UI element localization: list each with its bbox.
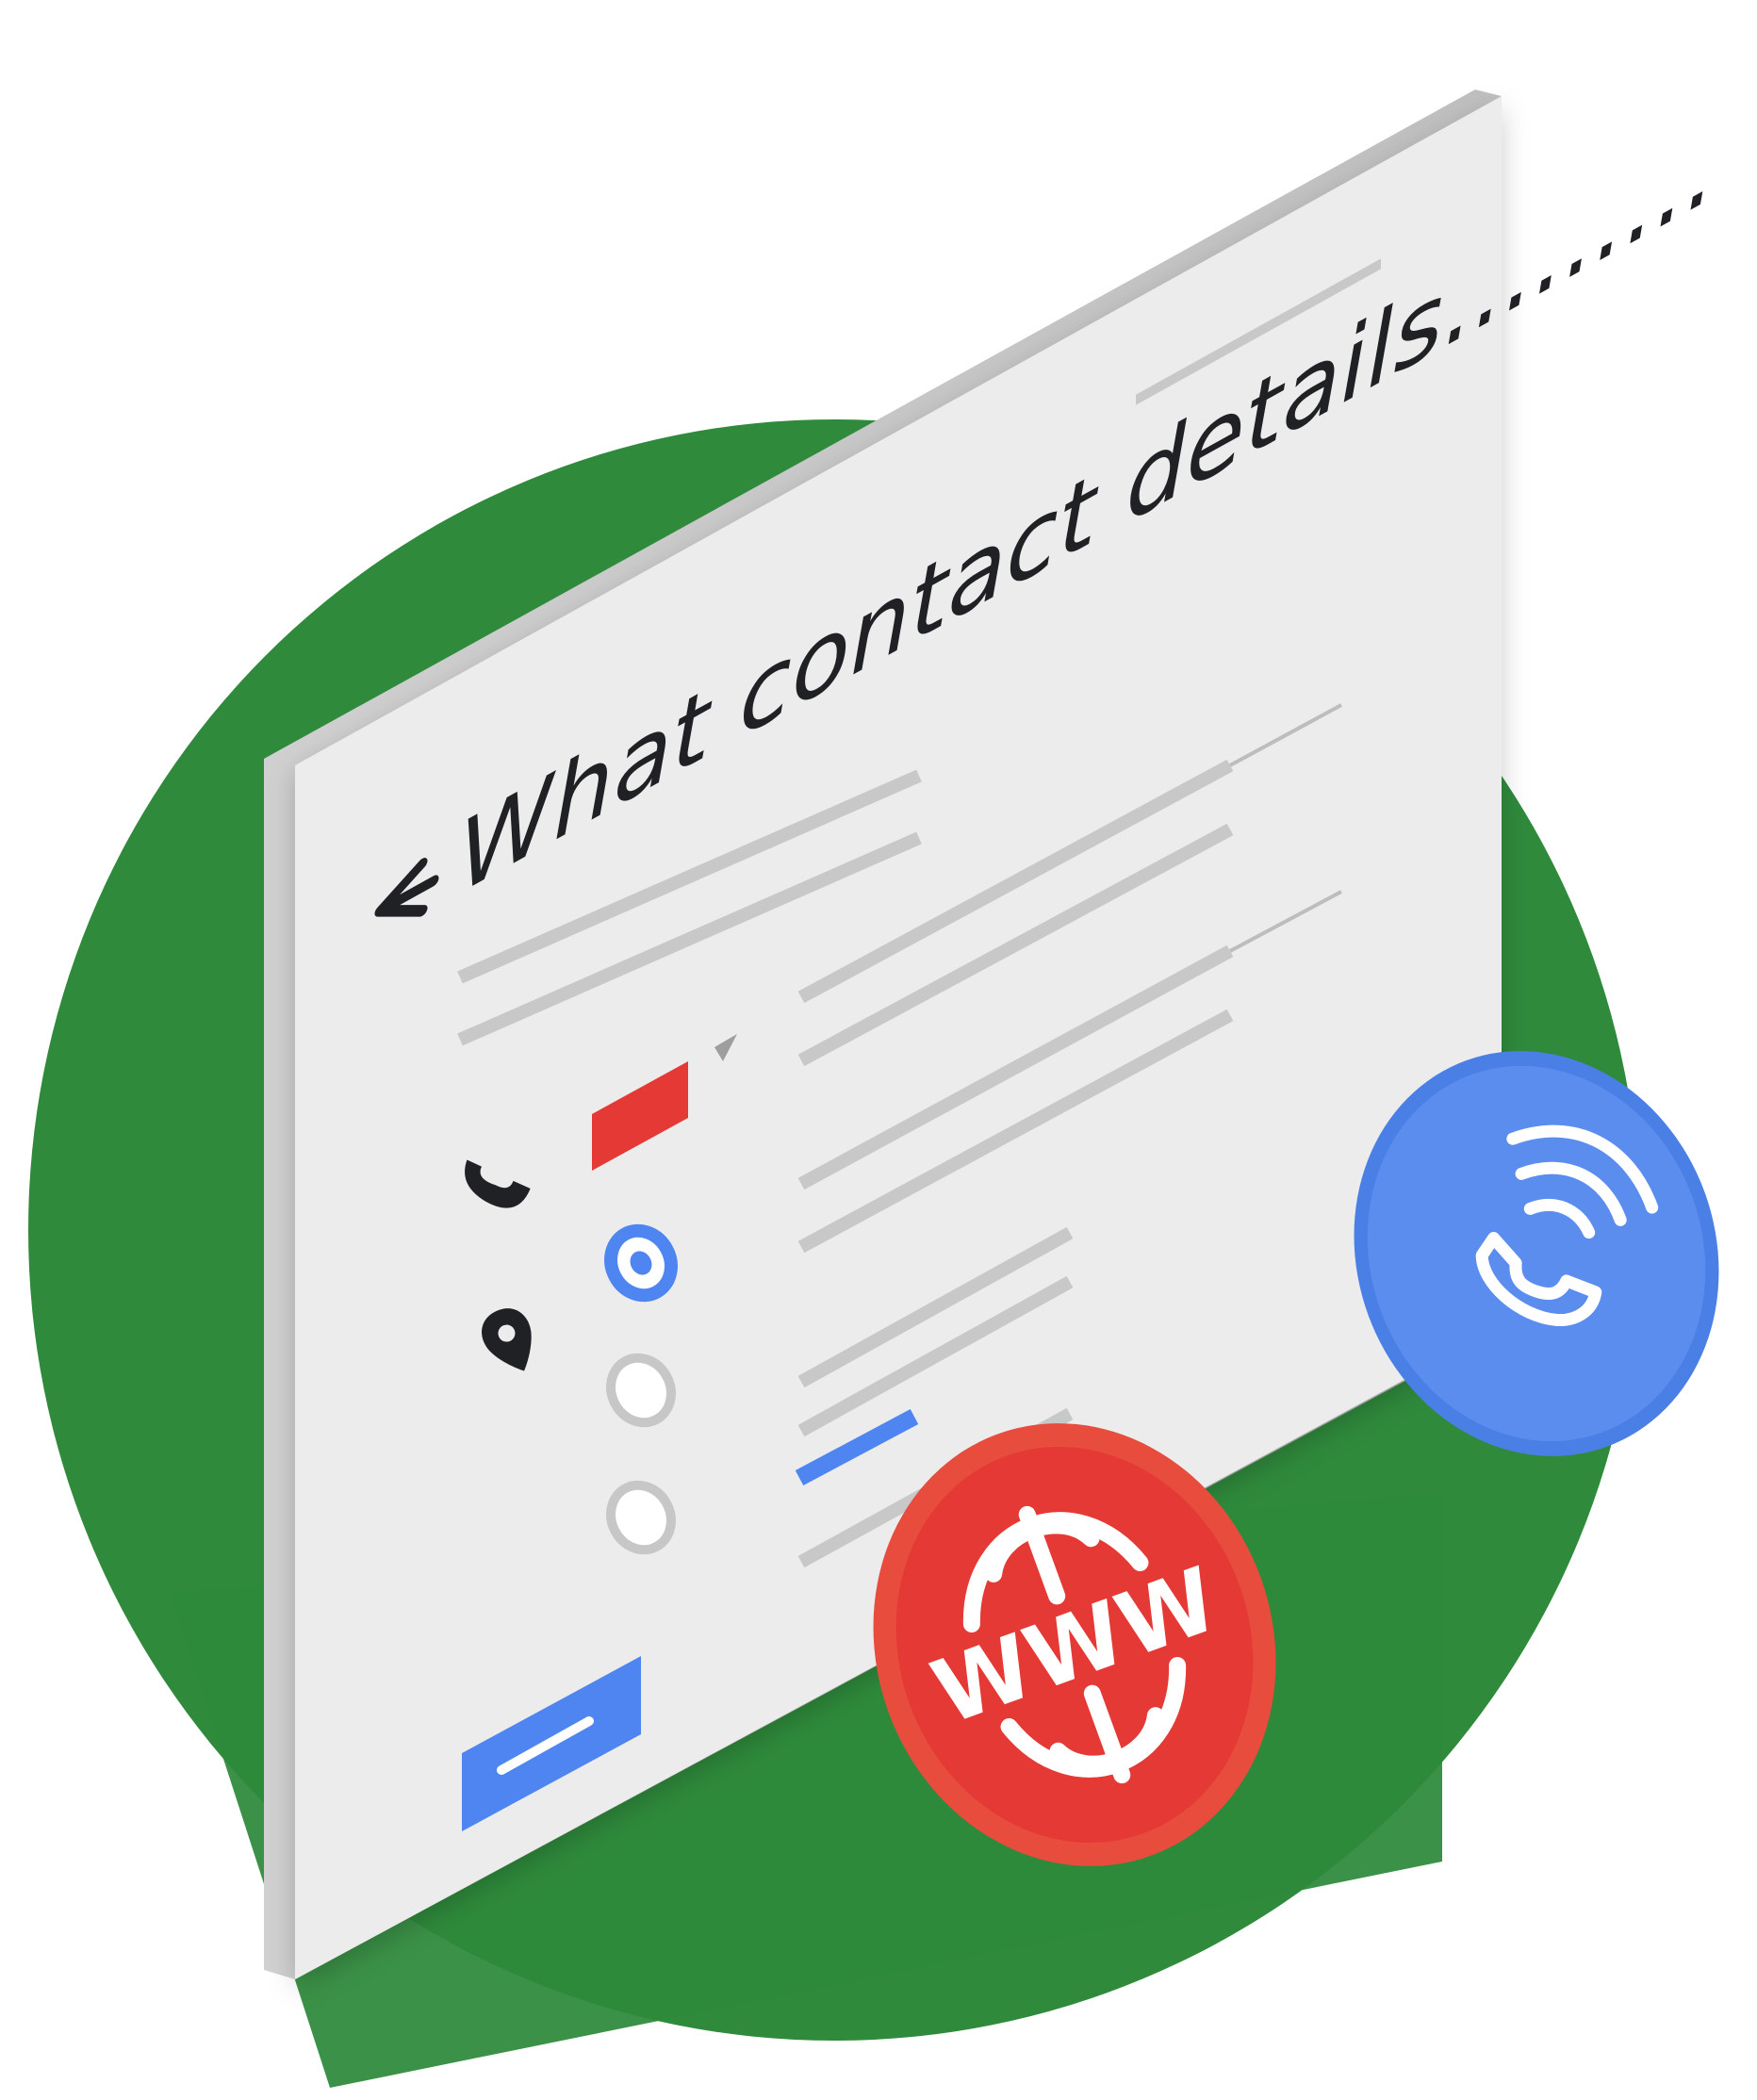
radio-options bbox=[604, 1223, 678, 1555]
illustration: What contact details......... WWW bbox=[28, 90, 1719, 2088]
